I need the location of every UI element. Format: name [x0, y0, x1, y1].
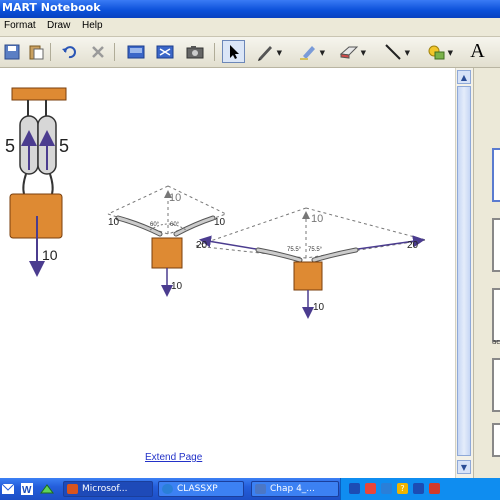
line-icon[interactable]: ▼ — [381, 40, 410, 63]
title-bar: MART Notebook — [0, 0, 500, 18]
shape-fill-icon[interactable]: ▼ — [424, 40, 453, 63]
tray-icon[interactable] — [413, 483, 424, 494]
tray-icon[interactable] — [381, 483, 392, 494]
force-label: 10 — [171, 281, 183, 292]
canvas[interactable]: 5 5 10 10 10 60° 60° 10 10 20 20 75.5° 7… — [0, 68, 455, 478]
figure-two-scales: 5 5 10 — [5, 87, 69, 277]
force-label: 10 — [169, 192, 181, 204]
vertical-scrollbar[interactable]: ▲ ▼ — [455, 68, 473, 478]
side-panel-label: ac — [492, 338, 500, 346]
taskbar-item-classxp[interactable]: CLASSXP — [158, 481, 244, 497]
eraser-icon[interactable]: ▼ — [337, 40, 366, 63]
scroll-thumb[interactable] — [457, 86, 471, 456]
delete-icon[interactable] — [86, 40, 109, 63]
taskbar-item-chap4[interactable]: Chap 4_... — [251, 481, 339, 497]
screen-shade-icon[interactable] — [124, 40, 147, 63]
window-title: MART Notebook — [2, 1, 101, 14]
physics-drawing: 5 5 10 10 10 60° 60° 10 10 20 20 75.5° 7… — [5, 87, 427, 319]
figure-sixty-degrees: 10 10 60° 60° 10 10 — [107, 185, 227, 297]
scroll-up-icon[interactable]: ▲ — [457, 70, 471, 84]
paste-icon[interactable] — [24, 40, 47, 63]
system-tray: ? — [340, 478, 500, 500]
page-thumbnail[interactable] — [492, 218, 500, 272]
menu-draw[interactable]: Draw — [47, 20, 70, 31]
tray-icon[interactable] — [365, 483, 376, 494]
force-label: 5 — [59, 136, 69, 156]
extend-page-link[interactable]: Extend Page — [145, 452, 202, 463]
menu-help[interactable]: Help — [82, 20, 103, 31]
force-label: 5 — [5, 136, 15, 156]
angle-label: 60° — [170, 222, 180, 228]
page-thumbnail[interactable] — [492, 288, 500, 342]
scroll-down-icon[interactable]: ▼ — [457, 460, 471, 474]
angle-label: 60° — [150, 222, 160, 228]
force-label: 10 — [311, 213, 323, 225]
office-icon — [67, 484, 78, 494]
force-label: 10 — [108, 217, 120, 228]
text-tool-button[interactable]: A — [466, 40, 489, 63]
classxp-icon — [162, 484, 173, 494]
page-thumbnail[interactable] — [492, 148, 500, 202]
select-arrow-icon[interactable] — [222, 40, 245, 63]
toolbar: ▼ ▼ ▼ ▼ ▼ A — [0, 37, 500, 68]
tray-icon[interactable] — [429, 483, 440, 494]
svg-text:W: W — [22, 485, 32, 496]
help-icon[interactable]: ? — [397, 483, 408, 494]
undo-icon[interactable] — [57, 40, 80, 63]
full-screen-icon[interactable] — [153, 40, 176, 63]
force-label: 10 — [214, 217, 226, 228]
word-icon[interactable]: W — [18, 478, 36, 500]
taskbar-item-microsoft[interactable]: Microsof... — [63, 481, 153, 497]
taskbar: W Microsof... CLASSXP Chap 4_... ? — [0, 478, 500, 500]
menu-bar: Format Draw Help — [0, 18, 500, 37]
save-icon[interactable] — [0, 40, 23, 63]
menu-format[interactable]: Format — [4, 20, 36, 31]
force-label: 10 — [42, 247, 58, 263]
tray-icon[interactable] — [349, 483, 360, 494]
angle-label: 75.5° — [308, 247, 323, 253]
figure-wide-angles: 20 20 75.5° 75.5° 10 10 — [195, 207, 427, 319]
force-label: 10 — [313, 302, 325, 313]
pen-icon[interactable]: ▼ — [253, 40, 282, 63]
side-panel: ac — [473, 68, 500, 478]
outlook-icon[interactable] — [0, 478, 16, 500]
highlighter-icon[interactable]: ▼ — [296, 40, 325, 63]
force-label: 20 — [407, 240, 419, 251]
force-label: 20 — [196, 240, 208, 251]
camera-icon[interactable] — [183, 40, 206, 63]
angle-label: 75.5° — [287, 247, 302, 253]
page-thumbnail[interactable] — [492, 423, 500, 457]
explorer-icon[interactable] — [38, 478, 56, 500]
notebook-icon — [255, 484, 266, 494]
page-thumbnail[interactable] — [492, 358, 500, 412]
